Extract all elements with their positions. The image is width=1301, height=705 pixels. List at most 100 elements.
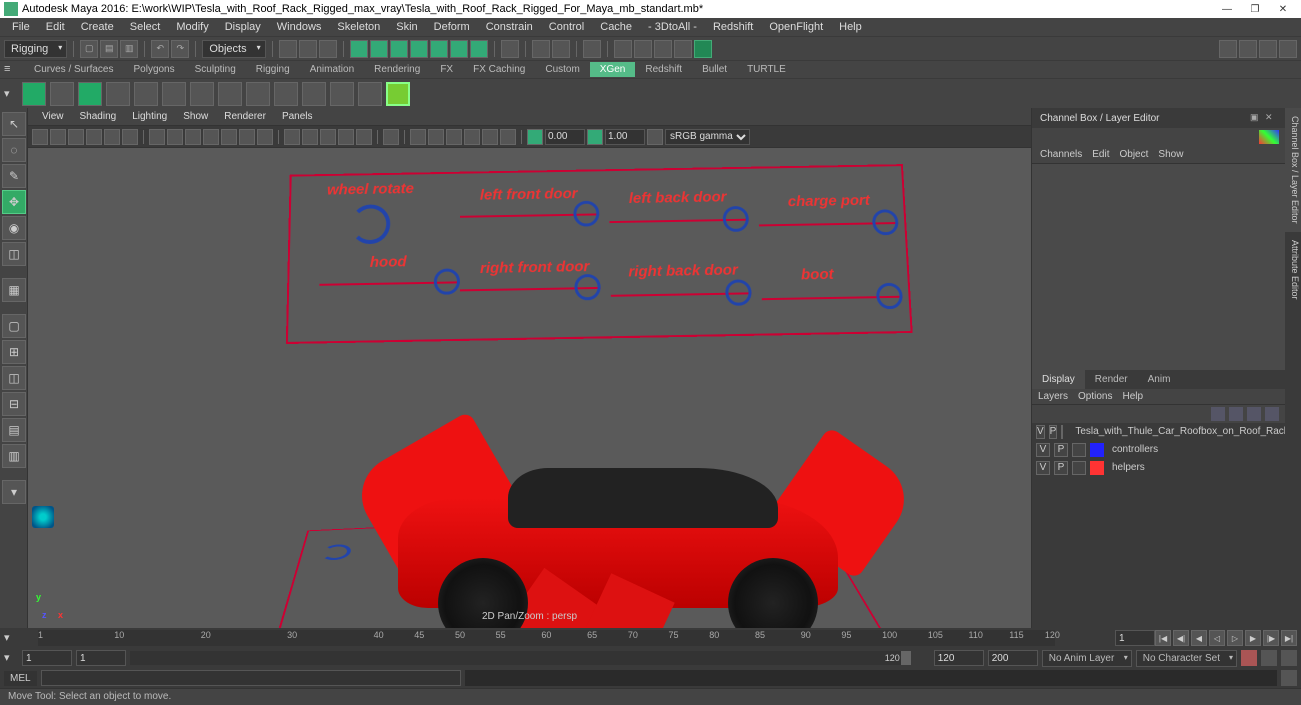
layout-3-button[interactable]: [654, 40, 672, 58]
shelf-options-button[interactable]: ▾: [4, 87, 18, 101]
step-forward-button[interactable]: ▶: [1245, 630, 1261, 646]
range-menu-button[interactable]: ▾: [4, 651, 18, 665]
toggle-tool-settings-button[interactable]: [1259, 40, 1277, 58]
channel-box[interactable]: [1032, 164, 1285, 370]
layer-move-down-button[interactable]: [1229, 407, 1243, 421]
anim-layer-dropdown[interactable]: No Anim Layer: [1042, 650, 1132, 667]
rotate-tool[interactable]: ◉: [2, 216, 26, 240]
layout-2-button[interactable]: [634, 40, 652, 58]
layer-playback-toggle[interactable]: P: [1054, 461, 1068, 475]
render-frame-button[interactable]: [532, 40, 550, 58]
rig-hood-slider[interactable]: [434, 268, 460, 295]
xgen-icon-5[interactable]: [134, 82, 158, 106]
layer-playback-toggle[interactable]: P: [1049, 425, 1058, 439]
vp-film-gate-button[interactable]: [167, 129, 183, 145]
select-tool[interactable]: ↖: [2, 112, 26, 136]
layer-name[interactable]: helpers: [1108, 462, 1281, 473]
anim-prefs-button[interactable]: [1281, 650, 1297, 666]
shelf-tab-xgen[interactable]: XGen: [590, 62, 636, 77]
menu-windows[interactable]: Windows: [269, 19, 330, 35]
play-backward-button[interactable]: ◁: [1209, 630, 1225, 646]
paint-select-tool[interactable]: ✎: [2, 164, 26, 188]
vp-menu-renderer[interactable]: Renderer: [216, 109, 274, 124]
maximize-button[interactable]: ❐: [1241, 4, 1269, 15]
snap-live-button[interactable]: [430, 40, 448, 58]
shelf-tab-custom[interactable]: Custom: [535, 62, 589, 77]
vp-gate-mask-button[interactable]: [203, 129, 219, 145]
layer-display-type[interactable]: [1072, 443, 1086, 457]
script-editor-button[interactable]: [1281, 670, 1297, 686]
vp-ao-button[interactable]: [446, 129, 462, 145]
time-slider[interactable]: ▾ 1 10 20 30 40 45 50 55 60 65 70 75 80 …: [0, 628, 1301, 648]
toggle-channel-box-button[interactable]: [1279, 40, 1297, 58]
layer-visibility-toggle[interactable]: V: [1036, 461, 1050, 475]
vp-grid-button[interactable]: [149, 129, 165, 145]
script-language-label[interactable]: MEL: [4, 671, 37, 686]
layout-4-button[interactable]: [674, 40, 692, 58]
vp-menu-panels[interactable]: Panels: [274, 109, 321, 124]
range-slider-track[interactable]: [130, 651, 911, 665]
menu-help[interactable]: Help: [831, 19, 870, 35]
xgen-icon-14[interactable]: [386, 82, 410, 106]
vp-field-chart-button[interactable]: [221, 129, 237, 145]
render-settings-button[interactable]: [583, 40, 601, 58]
go-to-start-button[interactable]: |◀: [1155, 630, 1171, 646]
xgen-icon-1[interactable]: [22, 82, 46, 106]
maya-home-button[interactable]: [32, 506, 54, 528]
layout-four-button[interactable]: ⊞: [2, 340, 26, 364]
menu-create[interactable]: Create: [73, 19, 122, 35]
panel-close-button[interactable]: ✕: [1265, 112, 1277, 124]
toggle-attribute-editor-button[interactable]: [1239, 40, 1257, 58]
menu-skin[interactable]: Skin: [388, 19, 425, 35]
vp-isolate-button[interactable]: [383, 129, 399, 145]
range-start-input[interactable]: [76, 650, 126, 666]
rig-charge-port-slider[interactable]: [872, 209, 899, 235]
shelf-tab-fx[interactable]: FX: [430, 62, 463, 77]
rig-wheel-rotate-control[interactable]: [350, 204, 390, 244]
rig-right-front-door-slider[interactable]: [574, 274, 601, 301]
vp-gamma-icon[interactable]: [587, 129, 603, 145]
shelf-menu-button[interactable]: ≡: [4, 63, 18, 77]
chan-menu-channels[interactable]: Channels: [1040, 149, 1082, 160]
range-slider-handle[interactable]: [901, 651, 911, 665]
vp-grease-button[interactable]: [122, 129, 138, 145]
vp-shaded-button[interactable]: [302, 129, 318, 145]
menu-set-dropdown[interactable]: Rigging: [4, 40, 67, 58]
close-button[interactable]: ✕: [1269, 4, 1297, 15]
xgen-icon-4[interactable]: [106, 82, 130, 106]
move-tool[interactable]: ✥: [2, 190, 26, 214]
vp-wireframe-button[interactable]: [284, 129, 300, 145]
vp-shadows-button[interactable]: [356, 129, 372, 145]
vp-safe-action-button[interactable]: [239, 129, 255, 145]
vp-exposure-input[interactable]: [545, 129, 585, 145]
shelf-tab-fxcaching[interactable]: FX Caching: [463, 62, 535, 77]
layout-single-button[interactable]: ▢: [2, 314, 26, 338]
vp-menu-lighting[interactable]: Lighting: [124, 109, 175, 124]
vp-lights-button[interactable]: [338, 129, 354, 145]
shelf-tab-polygons[interactable]: Polygons: [123, 62, 184, 77]
rig-left-front-door-slider[interactable]: [573, 201, 599, 227]
snap-point-button[interactable]: [390, 40, 408, 58]
step-back-key-button[interactable]: ◀|: [1173, 630, 1189, 646]
vp-select-camera-button[interactable]: [32, 129, 48, 145]
save-scene-button[interactable]: ▥: [120, 40, 138, 58]
layer-row[interactable]: V P Tesla_with_Thule_Car_Roofbox_on_Roof…: [1032, 423, 1285, 441]
layer-name[interactable]: Tesla_with_Thule_Car_Roofbox_on_Roof_Rac…: [1071, 426, 1301, 437]
snap-grid-button[interactable]: [350, 40, 368, 58]
viewport-3d[interactable]: wheel rotate left front door left back d…: [28, 148, 1031, 628]
range-end-input[interactable]: [934, 650, 984, 666]
step-back-button[interactable]: ◀: [1191, 630, 1207, 646]
vp-menu-view[interactable]: View: [34, 109, 72, 124]
view-cube-icon[interactable]: [1259, 130, 1279, 144]
side-tab-channel-box[interactable]: Channel Box / Layer Editor: [1285, 108, 1301, 232]
vp-dof-button[interactable]: [500, 129, 516, 145]
toggle-modeling-toolkit-button[interactable]: [1219, 40, 1237, 58]
layer-row[interactable]: V P helpers: [1032, 459, 1285, 477]
layer-menu-layers[interactable]: Layers: [1038, 391, 1068, 402]
layer-tab-anim[interactable]: Anim: [1138, 370, 1181, 389]
lasso-tool[interactable]: ◌: [2, 138, 26, 162]
vp-aa-button[interactable]: [482, 129, 498, 145]
character-set-dropdown[interactable]: No Character Set: [1136, 650, 1237, 667]
layer-color-swatch[interactable]: [1090, 461, 1104, 475]
vp-xray-joints-button[interactable]: [428, 129, 444, 145]
